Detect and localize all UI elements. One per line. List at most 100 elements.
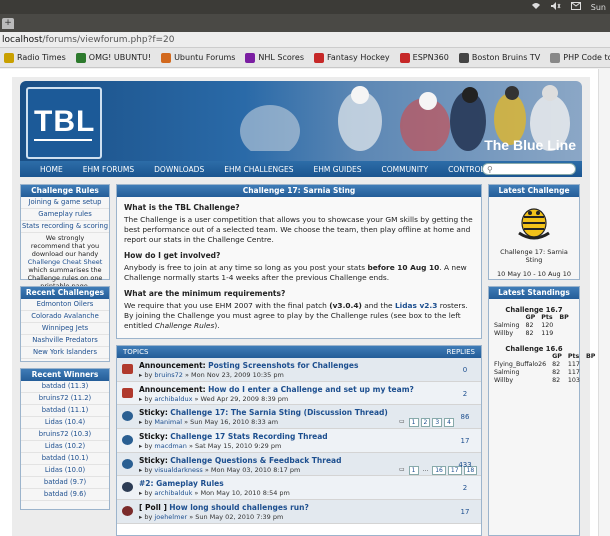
recent-winner-link[interactable]: Lidas (10.4) [21, 417, 109, 429]
recent-winner-link[interactable]: bruins72 (10.3) [21, 429, 109, 441]
topic-row[interactable]: Announcement: How do I enter a Challenge… [117, 381, 481, 406]
recent-winner-link[interactable]: bruins72 (11.2) [21, 393, 109, 405]
standings-value: 117 [567, 369, 580, 376]
recent-winner-link[interactable]: batdad (11.1) [21, 405, 109, 417]
standings-value [583, 369, 598, 377]
recent-winner-link[interactable]: Lidas (10.0) [21, 465, 109, 477]
topic-title-link[interactable]: How do I enter a Challenge and set up my… [208, 385, 414, 394]
cheat-sheet-link[interactable]: Challenge Cheat Sheet [28, 258, 103, 266]
bookmark-item[interactable]: Ubuntu Forums [161, 52, 236, 63]
topic-status-icon [122, 411, 133, 422]
page-link[interactable]: 4 [444, 418, 454, 428]
standings-player: Flying_Buffalo26 [494, 361, 547, 368]
recent-winner-link[interactable]: batdad (9.6) [21, 489, 109, 501]
standings-value: 103 [567, 377, 580, 384]
page-link[interactable]: 1 [408, 465, 419, 475]
volume-icon[interactable] [550, 2, 561, 12]
cheat-sheet-note: We strongly recommend that you download … [27, 234, 103, 290]
topics-list: TOPICS REPLIES Announcement: Posting Scr… [116, 345, 482, 536]
standings-value: 120 [541, 322, 554, 329]
bookmark-label: Ubuntu Forums [174, 53, 236, 62]
recent-challenge-link[interactable]: Edmonton Oilers [21, 299, 109, 311]
standings-value: 82 [525, 330, 534, 337]
topic-author-link[interactable]: archibalduk [154, 489, 192, 497]
bookmark-item[interactable]: ESPN360 [399, 52, 449, 63]
topic-title-link[interactable]: Posting Screenshots for Challenges [208, 361, 358, 370]
topic-byline: ▸ by archibalduk » Mon May 10, 2010 8:54… [139, 489, 290, 498]
nav-ehm-guides[interactable]: EHM GUIDES [303, 165, 371, 174]
topic-replies-count: 2 [462, 389, 468, 398]
topic-row[interactable]: #2: Gameplay Rules ▸ by archibalduk » Mon… [117, 476, 481, 501]
topic-date: » Sat May 15, 2010 9:29 pm [188, 442, 282, 451]
rules-link-gameplay[interactable]: Gameplay rules [21, 209, 109, 221]
tbl-logo[interactable]: TBL [26, 87, 102, 159]
standings-player: Salming [494, 369, 520, 376]
mail-icon[interactable] [570, 2, 581, 12]
standings-value [583, 377, 598, 385]
topic-author-link[interactable]: visualdarkness [154, 466, 202, 474]
recent-winner-link[interactable]: Lidas (10.2) [21, 441, 109, 453]
topic-title-link[interactable]: How long should challenges run? [169, 503, 309, 512]
rules-link-stats[interactable]: Stats recording & scoring [21, 221, 109, 233]
bookmark-item[interactable]: PHP Code to D... [550, 52, 610, 63]
topic-date: » Mon Nov 23, 2009 10:35 pm [185, 371, 284, 379]
answer-involved: Anybody is free to join at any time so l… [124, 263, 467, 282]
recent-challenge-link[interactable]: Winnipeg Jets [21, 323, 109, 335]
page-link[interactable]: 16 [432, 465, 446, 475]
standings-c1-table: GP Pts BP Salming 82 120 Willby 82 119 [491, 314, 572, 338]
topic-title-link[interactable]: Challenge 17 Stats Recording Thread [170, 432, 327, 441]
recent-challenge-link[interactable]: Colorado Avalanche [21, 311, 109, 323]
rules-link-joining[interactable]: Joining & game setup [21, 197, 109, 209]
standings-value: 117 [567, 361, 580, 368]
standings-value [556, 322, 571, 330]
topic-row[interactable]: Sticky: Challenge 17: The Sarnia Sting (… [117, 405, 481, 430]
topic-row[interactable]: Announcement: Posting Screenshots for Ch… [117, 358, 481, 382]
topic-byline: ▸ by macdman » Sat May 15, 2010 9:29 pm [139, 442, 282, 451]
latest-challenge-name[interactable]: Challenge 17: Sarnia Sting [489, 247, 579, 265]
wifi-icon[interactable] [531, 2, 541, 12]
page-link[interactable]: 2 [420, 418, 431, 428]
answer-what: The Challenge is a user competition that… [124, 215, 473, 244]
bookmark-item[interactable]: OMG! UBUNTU! [75, 52, 151, 63]
topic-title-link[interactable]: #2: Gameplay Rules [139, 479, 224, 488]
bookmark-item[interactable]: Radio Times [4, 52, 66, 63]
sarnia-sting-logo[interactable] [516, 203, 552, 241]
recent-challenge-link[interactable]: New York Islanders [21, 347, 109, 359]
recent-challenge-link[interactable]: Nashville Predators [21, 335, 109, 347]
nav-community[interactable]: COMMUNITY [372, 165, 439, 174]
topic-row[interactable]: Sticky: Challenge Questions & Feedback T… [117, 452, 481, 477]
topic-author-link[interactable]: archibaldux [154, 395, 192, 403]
nav-home[interactable]: HOME [20, 165, 73, 174]
page-link[interactable]: 3 [432, 418, 443, 428]
recent-winner-link[interactable]: batdad (9.7) [21, 477, 109, 489]
nav-ehm-forums[interactable]: EHM FORUMS [73, 165, 144, 174]
bookmark-item[interactable]: NHL Scores [245, 52, 304, 63]
topic-prefix: Sticky: [139, 432, 168, 442]
nav-ehm-challenges[interactable]: EHM CHALLENGES [214, 165, 303, 174]
topic-row[interactable]: [ Poll ] How long should challenges run?… [117, 500, 481, 524]
recent-winner-link[interactable]: batdad (10.1) [21, 453, 109, 465]
page-scrollbar[interactable] [598, 69, 610, 536]
bookmark-label: NHL Scores [258, 53, 304, 62]
topic-prefix: Sticky: [139, 455, 168, 465]
bookmark-item[interactable]: Boston Bruins TV [458, 52, 540, 63]
page-link[interactable]: 1 [408, 418, 419, 428]
topic-byline: ▸ by bruins72 » Mon Nov 23, 2009 10:35 p… [139, 371, 284, 379]
search-input[interactable]: ⚲ [482, 163, 576, 175]
bookmark-item[interactable]: Fantasy Hockey [314, 52, 390, 63]
topic-date: » Mon May 03, 2010 8:17 pm [204, 465, 301, 474]
challenge-description: Challenge 17: Sarnia Sting What is the T… [116, 184, 482, 339]
topic-author-link[interactable]: bruins72 [154, 371, 183, 379]
topic-title-link[interactable]: Challenge Questions & Feedback Thread [170, 456, 341, 465]
address-bar[interactable]: localhost/forums/viewforum.php?f=20 [0, 32, 610, 48]
clock-label[interactable]: Sun [591, 3, 606, 12]
recent-winner-link[interactable]: batdad (11.3) [21, 381, 109, 393]
topic-author-link[interactable]: Manimal [154, 418, 182, 426]
topic-author-link[interactable]: joehelmer [154, 513, 187, 521]
lidas-link[interactable]: Lidas v2.3 [395, 301, 437, 310]
new-tab-button[interactable]: + [2, 18, 14, 29]
topic-author-link[interactable]: macdman [154, 442, 186, 450]
topic-row[interactable]: Sticky: Challenge 17 Stats Recording Thr… [117, 429, 481, 453]
nav-downloads[interactable]: DOWNLOADS [144, 165, 214, 174]
topic-title-link[interactable]: Challenge 17: The Sarnia Sting (Discussi… [170, 408, 388, 417]
